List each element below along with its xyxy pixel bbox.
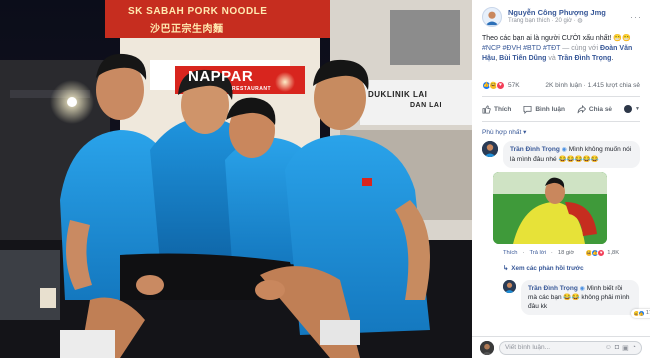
tagged-user-2[interactable]: Bùi Tiến Dũng bbox=[499, 55, 546, 62]
reaction-icons[interactable]: 👍 😆 ♥ bbox=[482, 80, 505, 90]
globe-icon: ◍ bbox=[577, 17, 583, 24]
comment-time[interactable]: 18 giờ bbox=[558, 250, 574, 256]
emoji-icon[interactable]: ☺ bbox=[605, 344, 612, 352]
thumbs-up-icon bbox=[482, 105, 491, 114]
comment-reaction-count: 1,8K bbox=[607, 249, 620, 256]
tagged-separator: , bbox=[495, 55, 498, 63]
caption-hashtags[interactable]: #NCP #ĐVH #BTD #TĐT bbox=[482, 45, 560, 52]
dot-sep: · bbox=[522, 249, 525, 256]
like-button[interactable]: Thích bbox=[482, 105, 511, 114]
reply-avatar[interactable] bbox=[503, 279, 516, 293]
comment-image[interactable] bbox=[493, 171, 607, 244]
reply-arrow-icon: ↳ bbox=[503, 265, 509, 273]
dot-sep: · bbox=[550, 249, 553, 256]
reply-author[interactable]: Trần Đình Trọng bbox=[528, 285, 578, 292]
gif-icon[interactable]: ▣ bbox=[622, 344, 629, 352]
post-as-avatar bbox=[624, 105, 633, 114]
comment-button[interactable]: Bình luận bbox=[523, 105, 565, 114]
comment-like-link[interactable]: Thích bbox=[503, 250, 518, 256]
comment-emoji: 😂😂😂😂😂 bbox=[558, 155, 599, 163]
sign-top: SK SABAH PORK NOODLE bbox=[128, 6, 268, 17]
caption-with-text: — cùng với bbox=[562, 45, 598, 53]
post-header: Nguyễn Công Phượng Jmg Trang bạn thích ·… bbox=[472, 0, 650, 32]
share-button-label: Chia sẻ bbox=[588, 105, 613, 113]
comment-author[interactable]: Trần Đình Trọng bbox=[510, 146, 560, 153]
comment-avatar-image bbox=[482, 141, 498, 158]
comment-input-bar: Viết bình luận... ☺ ◘ ▣ ◔ bbox=[472, 336, 650, 358]
comment-footer: Thích · Trả lời · 18 giờ 😆 👍 ♥ 1,8K bbox=[472, 248, 650, 258]
share-icon bbox=[577, 104, 586, 114]
reply-emoji: 😂😂 bbox=[563, 294, 580, 302]
post-meta: Trang bạn thích · 20 giờ · ◍ bbox=[508, 18, 630, 25]
reply-reactions[interactable]: 😆 👍 179 bbox=[630, 308, 650, 319]
camera-icon[interactable]: ◘ bbox=[615, 344, 619, 352]
reactions-row: 👍 😆 ♥ 57K 2K bình luận · 1.415 lượt chia… bbox=[472, 78, 650, 92]
post-panel: Nguyễn Công Phượng Jmg Trang bạn thích ·… bbox=[472, 0, 650, 358]
reply-reaction-count: 179 bbox=[645, 309, 650, 316]
love-icon: ♥ bbox=[597, 248, 606, 257]
author-avatar-image bbox=[485, 11, 499, 26]
tagged-and-text: và bbox=[548, 55, 556, 63]
like-icon: 👍 bbox=[637, 310, 645, 318]
sign-middle: NAPPAR bbox=[188, 68, 254, 85]
comment-avatar[interactable] bbox=[482, 141, 498, 158]
verified-icon: ◉ bbox=[579, 285, 585, 292]
comment-reply-link[interactable]: Trả lời bbox=[529, 250, 545, 256]
viewer-avatar-image bbox=[480, 340, 494, 355]
comment-icon bbox=[523, 105, 532, 114]
viewer-avatar bbox=[480, 340, 494, 355]
sign-right: DUKLINIK LAI bbox=[368, 90, 428, 99]
sign-top-chinese: 沙巴正宗生肉麵 bbox=[150, 24, 224, 35]
love-icon: ♥ bbox=[496, 80, 505, 90]
photo-viewer: SK SABAH PORK NOODLE 沙巴正宗生肉麵 NAPPAR REST… bbox=[0, 0, 650, 358]
post-stats[interactable]: 2K bình luận · 1.415 lượt chia sẻ bbox=[545, 82, 640, 89]
reply-bubble: Trần Đình Trọng ◉ Mình biết rồi mà các b… bbox=[521, 279, 650, 319]
sign-middle-sub: RESTAURANT bbox=[232, 86, 272, 92]
comment-sort-selector[interactable]: Phù hợp nhất ▾ bbox=[472, 122, 650, 138]
author-avatar[interactable] bbox=[482, 7, 502, 27]
post-actions: Thích Bình luận Chia sẻ ▼ bbox=[472, 101, 650, 117]
caption-emoji: 😁😁 bbox=[613, 35, 631, 42]
author-name[interactable]: Nguyễn Công Phượng Jmg bbox=[508, 9, 630, 18]
tagged-user-3[interactable]: Trần Đình Trọng bbox=[558, 55, 612, 62]
photo-scene bbox=[0, 0, 472, 358]
comment-image-picture bbox=[493, 171, 607, 244]
view-previous-replies[interactable]: ↳ Xem các phản hồi trước bbox=[472, 264, 650, 274]
reaction-count[interactable]: 57K bbox=[508, 82, 520, 89]
post-meta-text: Trang bạn thích · 20 giờ · bbox=[508, 17, 576, 24]
more-options-icon[interactable]: ··· bbox=[630, 12, 642, 22]
post-as-selector[interactable]: ▼ bbox=[624, 105, 640, 114]
comment-reactions[interactable]: 😆 👍 ♥ 1,8K bbox=[585, 248, 620, 257]
like-button-label: Thích bbox=[494, 105, 512, 113]
comment-item: Trần Đình Trọng ◉ Mình không muốn nói là… bbox=[472, 138, 650, 168]
caption-text: Theo các bạn ai là người CƯỜI xấu nhất! bbox=[482, 35, 612, 42]
sticker-icon[interactable]: ◔ bbox=[632, 344, 636, 352]
view-previous-replies-label: Xem các phản hồi trước bbox=[511, 265, 584, 273]
post-photo[interactable]: SK SABAH PORK NOODLE 沙巴正宗生肉麵 NAPPAR REST… bbox=[0, 0, 472, 358]
sign-right-2: DAN LAI bbox=[410, 102, 442, 109]
post-caption: Theo các bạn ai là người CƯỜI xấu nhất! … bbox=[472, 32, 650, 64]
chevron-down-icon: ▼ bbox=[635, 106, 640, 113]
verified-icon: ◉ bbox=[561, 147, 567, 154]
reply-item: Trần Đình Trọng ◉ Mình biết rồi mà các b… bbox=[472, 279, 650, 319]
comment-button-label: Bình luận bbox=[535, 105, 565, 113]
comment-input[interactable]: Viết bình luận... ☺ ◘ ▣ ◔ bbox=[499, 340, 642, 355]
share-button[interactable]: Chia sẻ bbox=[577, 104, 613, 114]
comment-input-placeholder: Viết bình luận... bbox=[505, 344, 551, 351]
author-block: Nguyễn Công Phượng Jmg Trang bạn thích ·… bbox=[508, 9, 630, 25]
input-icons: ☺ ◘ ▣ ◔ bbox=[605, 344, 636, 352]
comment-bubble: Trần Đình Trọng ◉ Mình không muốn nói là… bbox=[503, 141, 640, 168]
divider-top bbox=[482, 96, 640, 98]
reply-avatar-image bbox=[503, 279, 516, 293]
tagged-end: . bbox=[611, 55, 614, 63]
